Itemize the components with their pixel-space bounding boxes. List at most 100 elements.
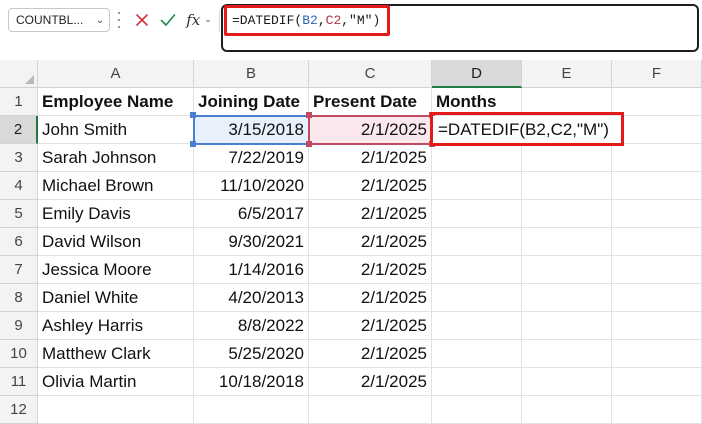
table-row-name[interactable]: John Smith bbox=[38, 116, 194, 144]
reference-handle-icon[interactable] bbox=[190, 112, 196, 118]
row-header-6[interactable]: 6 bbox=[0, 228, 38, 256]
row-header-12[interactable]: 12 bbox=[0, 396, 38, 424]
reference-handle-icon[interactable] bbox=[306, 112, 312, 118]
row-header-1[interactable]: 1 bbox=[0, 88, 38, 116]
row-header-5[interactable]: 5 bbox=[0, 200, 38, 228]
cell[interactable] bbox=[612, 200, 702, 228]
name-box[interactable]: COUNTBL... ⌄ bbox=[8, 8, 110, 32]
table-row-present[interactable]: 2/1/2025 bbox=[309, 116, 432, 144]
cell[interactable] bbox=[432, 312, 522, 340]
table-row-joining[interactable]: 7/22/2019 bbox=[194, 144, 309, 172]
cell[interactable] bbox=[432, 284, 522, 312]
cell[interactable] bbox=[309, 396, 432, 424]
table-row-name[interactable]: Michael Brown bbox=[38, 172, 194, 200]
table-row-joining[interactable]: 5/25/2020 bbox=[194, 340, 309, 368]
cell[interactable] bbox=[522, 284, 612, 312]
cell[interactable] bbox=[432, 228, 522, 256]
chevron-down-icon[interactable]: ⌄ bbox=[91, 15, 109, 26]
cell[interactable] bbox=[522, 172, 612, 200]
row-header-4[interactable]: 4 bbox=[0, 172, 38, 200]
cell[interactable] bbox=[612, 340, 702, 368]
cell[interactable] bbox=[432, 396, 522, 424]
table-row-present[interactable]: 2/1/2025 bbox=[309, 144, 432, 172]
column-header-d[interactable]: D bbox=[432, 60, 522, 88]
row-header-7[interactable]: 7 bbox=[0, 256, 38, 284]
table-row-name[interactable]: David Wilson bbox=[38, 228, 194, 256]
row-header-3[interactable]: 3 bbox=[0, 144, 38, 172]
table-row-joining[interactable]: 8/8/2022 bbox=[194, 312, 309, 340]
cell[interactable] bbox=[612, 368, 702, 396]
table-row-joining[interactable]: 6/5/2017 bbox=[194, 200, 309, 228]
cell[interactable] bbox=[522, 200, 612, 228]
column-header-a[interactable]: A bbox=[38, 60, 194, 88]
header-cell-employee-name[interactable]: Employee Name bbox=[38, 88, 194, 116]
cancel-button[interactable] bbox=[130, 8, 154, 32]
cell[interactable] bbox=[194, 396, 309, 424]
cell[interactable] bbox=[612, 228, 702, 256]
cell[interactable] bbox=[522, 256, 612, 284]
cell[interactable] bbox=[522, 396, 612, 424]
table-row-present[interactable]: 2/1/2025 bbox=[309, 200, 432, 228]
cell[interactable] bbox=[522, 88, 612, 116]
header-cell-months[interactable]: Months bbox=[432, 88, 522, 116]
select-all-button[interactable] bbox=[0, 60, 38, 88]
insert-function-button[interactable]: fx ⌄ bbox=[182, 8, 216, 32]
more-options-icon[interactable] bbox=[116, 12, 122, 28]
header-cell-joining-date[interactable]: Joining Date bbox=[194, 88, 309, 116]
cell[interactable] bbox=[612, 88, 702, 116]
cell[interactable] bbox=[432, 200, 522, 228]
cell[interactable] bbox=[612, 312, 702, 340]
column-header-f[interactable]: F bbox=[612, 60, 702, 88]
table-row-joining[interactable]: 4/20/2013 bbox=[194, 284, 309, 312]
cell[interactable] bbox=[612, 396, 702, 424]
table-row-joining[interactable]: 3/15/2018 bbox=[194, 116, 309, 144]
row-header-10[interactable]: 10 bbox=[0, 340, 38, 368]
cell[interactable] bbox=[522, 228, 612, 256]
table-row-joining[interactable]: 11/10/2020 bbox=[194, 172, 309, 200]
cell[interactable] bbox=[432, 340, 522, 368]
table-row-name[interactable]: Ashley Harris bbox=[38, 312, 194, 340]
reference-handle-icon[interactable] bbox=[190, 141, 196, 147]
cell[interactable] bbox=[522, 144, 612, 172]
reference-handle-icon[interactable] bbox=[306, 141, 312, 147]
table-row-name[interactable]: Sarah Johnson bbox=[38, 144, 194, 172]
cell[interactable] bbox=[432, 144, 522, 172]
column-header-b[interactable]: B bbox=[194, 60, 309, 88]
table-row-name[interactable]: Matthew Clark bbox=[38, 340, 194, 368]
cell[interactable] bbox=[522, 368, 612, 396]
row-header-9[interactable]: 9 bbox=[0, 312, 38, 340]
row-header-2[interactable]: 2 bbox=[0, 116, 38, 144]
cell[interactable] bbox=[612, 144, 702, 172]
cell[interactable] bbox=[612, 172, 702, 200]
cell[interactable] bbox=[522, 340, 612, 368]
row-header-8[interactable]: 8 bbox=[0, 284, 38, 312]
cell[interactable] bbox=[432, 368, 522, 396]
column-header-c[interactable]: C bbox=[309, 60, 432, 88]
table-row-present[interactable]: 2/1/2025 bbox=[309, 172, 432, 200]
header-cell-present-date[interactable]: Present Date bbox=[309, 88, 432, 116]
cell[interactable] bbox=[38, 396, 194, 424]
enter-button[interactable] bbox=[156, 8, 180, 32]
column-header-e[interactable]: E bbox=[522, 60, 612, 88]
cell[interactable] bbox=[432, 172, 522, 200]
table-row-name[interactable]: Daniel White bbox=[38, 284, 194, 312]
table-row-name[interactable]: Olivia Martin bbox=[38, 368, 194, 396]
table-row-present[interactable]: 2/1/2025 bbox=[309, 284, 432, 312]
cell[interactable] bbox=[432, 256, 522, 284]
table-row-present[interactable]: 2/1/2025 bbox=[309, 256, 432, 284]
table-row-joining[interactable]: 9/30/2021 bbox=[194, 228, 309, 256]
cell[interactable] bbox=[522, 312, 612, 340]
row-header-11[interactable]: 11 bbox=[0, 368, 38, 396]
cell[interactable] bbox=[612, 256, 702, 284]
active-cell-editor[interactable]: =DATEDIF(B2,C2,"M") bbox=[433, 116, 623, 144]
table-row-present[interactable]: 2/1/2025 bbox=[309, 312, 432, 340]
table-row-name[interactable]: Jessica Moore bbox=[38, 256, 194, 284]
cell[interactable] bbox=[612, 284, 702, 312]
table-row-name[interactable]: Emily Davis bbox=[38, 200, 194, 228]
table-row-joining[interactable]: 10/18/2018 bbox=[194, 368, 309, 396]
table-row-joining[interactable]: 1/14/2016 bbox=[194, 256, 309, 284]
cell[interactable] bbox=[612, 116, 702, 144]
table-row-present[interactable]: 2/1/2025 bbox=[309, 368, 432, 396]
table-row-present[interactable]: 2/1/2025 bbox=[309, 228, 432, 256]
table-row-present[interactable]: 2/1/2025 bbox=[309, 340, 432, 368]
